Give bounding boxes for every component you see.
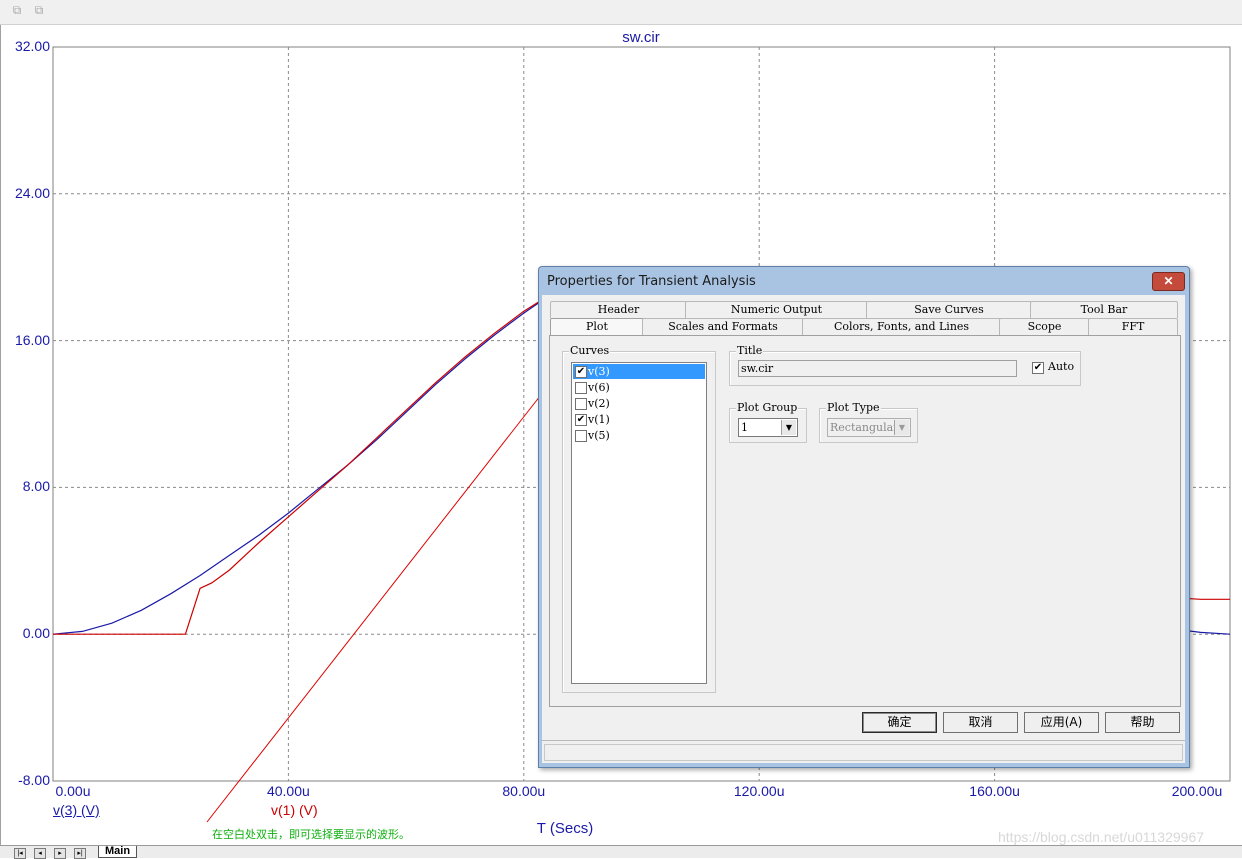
- series-line-v1: [53, 292, 554, 635]
- y-tick-label: 8.00: [22, 478, 50, 495]
- auto-checkbox[interactable]: ✔: [1032, 362, 1044, 374]
- curve-label: v(2): [588, 397, 610, 410]
- prev-sheet-button[interactable]: ◂: [34, 848, 46, 859]
- next-sheet-button[interactable]: ▸: [54, 848, 66, 859]
- curve-checkbox-v6[interactable]: [575, 382, 587, 394]
- x-tick-label: 40.00u: [266, 783, 310, 799]
- curve-checkbox-v2[interactable]: [575, 398, 587, 410]
- plot-group-value: 1: [741, 421, 748, 434]
- curve-label: v(6): [588, 381, 610, 394]
- curves-listbox[interactable]: ✔ v(3) v(6) v(2) ✔ v(1) v(5): [571, 362, 707, 684]
- legend-v1-label: v(1) (V): [271, 802, 318, 818]
- series-line-v3: [52, 292, 554, 635]
- y-tick-label: 16.00: [14, 331, 50, 348]
- help-button[interactable]: 帮助: [1105, 712, 1180, 733]
- title-group: Title sw.cir ✔ Auto: [729, 344, 1081, 386]
- properties-dialog: Properties for Transient Analysis ✕ Head…: [538, 266, 1190, 768]
- curve-label: v(1): [588, 413, 610, 426]
- y-tick-label: 24.00: [14, 184, 50, 201]
- curve-item-v1[interactable]: ✔ v(1): [573, 412, 705, 427]
- title-input[interactable]: sw.cir: [738, 360, 1017, 377]
- plot-type-select: Rectangular ▼: [827, 418, 911, 437]
- x-tick-label: 160.00u: [969, 783, 1020, 799]
- curves-group: Curves ✔ v(3) v(6) v(2) ✔ v(1) v(5): [562, 344, 716, 693]
- curve-item-v6[interactable]: v(6): [573, 380, 705, 395]
- dialog-body: Header Numeric Output Save Curves Tool B…: [542, 295, 1185, 763]
- curve-checkbox-v1[interactable]: ✔: [575, 414, 587, 426]
- chevron-down-icon: ▼: [894, 420, 909, 435]
- x-axis-label: T (Secs): [536, 820, 594, 837]
- legend-v3-label: v(3) (V): [53, 802, 100, 818]
- tab-fft[interactable]: FFT: [1088, 318, 1178, 335]
- watermark: https://blog.csdn.net/u011329967: [998, 829, 1205, 845]
- last-sheet-button[interactable]: ▸|: [74, 848, 86, 859]
- legend-v1[interactable]: v(1) (V): [271, 802, 318, 818]
- tab-scales-and-formats[interactable]: Scales and Formats: [642, 318, 804, 335]
- legend-v3[interactable]: v(3) (V): [53, 802, 100, 818]
- cancel-button[interactable]: 取消: [943, 712, 1018, 733]
- plot-type-group: Plot Type Rectangular ▼: [819, 401, 918, 443]
- first-sheet-button[interactable]: |◂: [14, 848, 26, 859]
- plot-title: sw.cir: [622, 29, 660, 46]
- tab-tool-bar[interactable]: Tool Bar: [1030, 301, 1178, 318]
- apply-button[interactable]: 应用(A): [1024, 712, 1099, 733]
- tab-header[interactable]: Header: [550, 301, 687, 318]
- plot-group-select[interactable]: 1 ▼: [738, 418, 798, 437]
- title-group-label: Title: [736, 344, 764, 357]
- curve-item-v3[interactable]: ✔ v(3): [573, 364, 705, 379]
- plot-type-value: Rectangular: [830, 421, 899, 434]
- x-tick-label: 120.00u: [733, 783, 785, 799]
- x-tick-label: 80.00u: [502, 783, 546, 799]
- ok-button[interactable]: 确定: [862, 712, 937, 733]
- status-field: [544, 744, 1183, 761]
- dialog-title: Properties for Transient Analysis: [547, 274, 756, 289]
- curve-item-v5[interactable]: v(5): [573, 428, 705, 443]
- tab-numeric-output[interactable]: Numeric Output: [685, 301, 868, 318]
- plot-type-label: Plot Type: [826, 401, 881, 414]
- curves-group-label: Curves: [569, 344, 611, 357]
- annotation-note: 在空白处双击，即可选择要显示的波形。: [212, 828, 410, 841]
- curve-checkbox-v5[interactable]: [575, 430, 587, 442]
- x-tick-label: 0.00u: [55, 783, 91, 799]
- y-tick-label: 0.00: [22, 625, 50, 642]
- chevron-down-icon[interactable]: ▼: [781, 420, 796, 435]
- curve-checkbox-v3[interactable]: ✔: [575, 366, 587, 378]
- sheet-tab-bar: |◂ ◂ ▸ ▸| Main: [0, 845, 1242, 859]
- plot-group-group: Plot Group 1 ▼: [729, 401, 807, 443]
- y-tick-label: 32.00: [14, 38, 50, 54]
- x-tick-label: 200.00u: [1171, 783, 1223, 799]
- tab-colors-fonts-lines[interactable]: Colors, Fonts, and Lines: [802, 318, 1001, 335]
- sheet-tab-main[interactable]: Main: [98, 846, 138, 858]
- auto-label: Auto: [1048, 360, 1075, 373]
- tab-save-curves[interactable]: Save Curves: [866, 301, 1032, 318]
- tab-scope[interactable]: Scope: [999, 318, 1090, 335]
- dialog-status-bar: [542, 740, 1185, 761]
- plot-tab-panel: Curves ✔ v(3) v(6) v(2) ✔ v(1) v(5) Titl…: [549, 335, 1181, 707]
- close-icon[interactable]: ✕: [1152, 272, 1185, 291]
- curve-label: v(3): [588, 365, 610, 378]
- curve-item-v2[interactable]: v(2): [573, 396, 705, 411]
- plot-group-label: Plot Group: [736, 401, 799, 414]
- curve-label: v(5): [588, 429, 610, 442]
